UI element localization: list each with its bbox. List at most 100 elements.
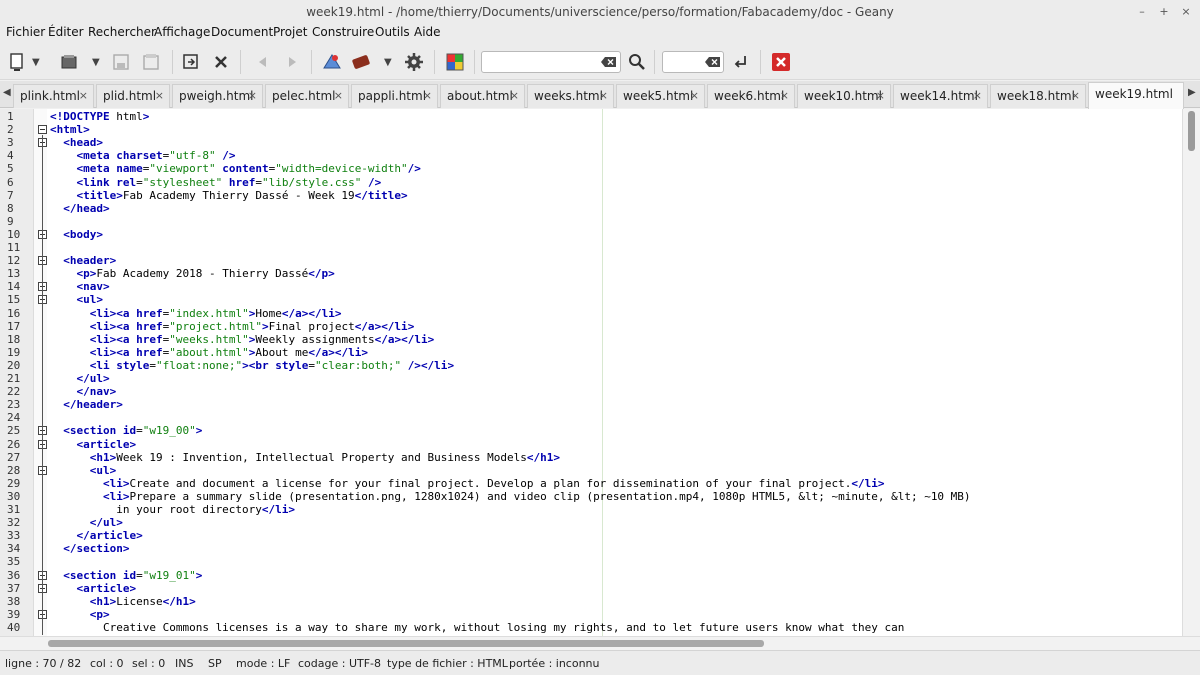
tab-label: week18.html	[997, 89, 1075, 103]
window-title: week19.html - /home/thierry/Documents/un…	[306, 5, 894, 19]
build-dropdown-icon[interactable]: ▼	[384, 57, 392, 68]
tab-close-icon[interactable]: ×	[876, 89, 885, 102]
new-file-icon[interactable]	[6, 51, 28, 73]
tab-close-icon[interactable]: ×	[79, 89, 88, 102]
line-number: 2	[7, 123, 14, 137]
menu-rechercher[interactable]: Rechercher	[88, 25, 156, 39]
minimize-button[interactable]: –	[1133, 3, 1151, 21]
line-number: 40	[7, 620, 21, 634]
fold-toggle-icon[interactable]	[38, 125, 47, 135]
line-number: 31	[7, 503, 21, 516]
tab-close-icon[interactable]: ×	[780, 89, 789, 102]
line-number: 24	[7, 411, 21, 425]
tab-label: week6.html	[714, 89, 785, 103]
build-icon[interactable]	[350, 51, 372, 73]
clear-search-icon[interactable]	[601, 56, 617, 68]
clear-goto-icon[interactable]	[705, 56, 721, 68]
menu-affichage[interactable]: Affichage	[154, 25, 210, 39]
tab-close-icon[interactable]: ×	[599, 89, 608, 102]
close-file-icon[interactable]	[210, 51, 232, 73]
open-recent-dropdown-icon[interactable]: ▼	[92, 57, 100, 68]
tab-week14-html[interactable]: week14.html ×	[893, 84, 988, 108]
line-number: 34	[7, 542, 21, 556]
search-icon[interactable]	[626, 51, 648, 73]
tab-week5-html[interactable]: week5.html ×	[616, 84, 705, 108]
back-icon[interactable]	[252, 51, 274, 73]
tab-pweigh-html[interactable]: pweigh.html ×	[172, 84, 263, 108]
menu-fichier[interactable]: Fichier	[6, 25, 45, 39]
status-filetype: type de fichier : HTML	[387, 657, 508, 670]
horizontal-scrollbar-thumb[interactable]	[48, 640, 764, 647]
tab-about-html[interactable]: about.html ×	[440, 84, 525, 108]
menu-document[interactable]: Document	[211, 25, 273, 39]
line-number: 10	[7, 227, 21, 241]
tab-close-icon[interactable]: ×	[690, 89, 699, 102]
quit-icon[interactable]	[770, 51, 792, 73]
maximize-button[interactable]: +	[1155, 3, 1173, 21]
tab-label: week5.html	[623, 89, 694, 103]
tab-weeks-html[interactable]: weeks.html ×	[527, 84, 614, 108]
close-window-button[interactable]: ×	[1177, 3, 1195, 21]
tab-week10-html[interactable]: week10.html ×	[797, 84, 891, 108]
menu-editer[interactable]: Éditer	[48, 25, 84, 39]
tab-plink-html[interactable]: plink.html ×	[13, 84, 94, 108]
search-input[interactable]	[481, 51, 621, 73]
save-icon[interactable]	[110, 51, 132, 73]
tab-close-icon[interactable]: ×	[973, 89, 982, 102]
tab-pappli-html[interactable]: pappli.html ×	[351, 84, 438, 108]
tab-label: week14.html	[900, 89, 978, 103]
goto-line-icon[interactable]	[730, 51, 752, 73]
menu-outils[interactable]: Outils	[375, 25, 410, 39]
tab-close-icon[interactable]: ×	[1071, 89, 1080, 102]
color-chooser-icon[interactable]	[444, 51, 466, 73]
line-number: 29	[7, 476, 21, 490]
tab-close-icon[interactable]: ×	[510, 89, 519, 102]
status-sp: SP	[208, 657, 222, 670]
code-area[interactable]: <!DOCTYPE html> <html> <head> <meta chars…	[47, 109, 1182, 636]
code-line: <li><a href="project.html">Final project…	[89, 319, 415, 333]
tab-plid-html[interactable]: plid.html ×	[96, 84, 170, 108]
tab-close-icon[interactable]: ×	[423, 89, 432, 102]
line-number: 9	[7, 214, 14, 228]
code-editor[interactable]: 1 2 3 4 5 6 7 8 9 10 11 12 13 14 15 16 17 18 19 20 21 22 23 24 2…	[0, 109, 1200, 636]
tab-week19-html[interactable]: week19.html	[1088, 82, 1184, 109]
line-number: 18	[7, 332, 21, 346]
tab-close-icon[interactable]: ×	[334, 89, 343, 102]
tabs-scroll-right-icon[interactable]: ▶	[1188, 87, 1196, 98]
new-file-dropdown-icon[interactable]: ▼	[32, 57, 40, 68]
code-line: <meta charset="utf-8" />	[76, 149, 236, 163]
code-line: <li><a href="weeks.html">Weekly assignme…	[89, 332, 435, 346]
toolbar-separator	[434, 50, 435, 74]
horizontal-scrollbar[interactable]	[0, 636, 1200, 650]
line-number: 28	[7, 463, 21, 477]
code-line: <ul>	[89, 463, 117, 477]
compile-icon[interactable]	[321, 51, 343, 73]
save-all-icon[interactable]	[140, 51, 162, 73]
code-line: <meta name="viewport" content="width=dev…	[76, 162, 421, 176]
tabs-scroll-left-icon[interactable]: ◀	[3, 87, 11, 98]
tab-label: plink.html	[20, 89, 80, 103]
code-line: <li><a href="index.html">Home</a></li>	[89, 306, 342, 320]
menu-aide[interactable]: Aide	[414, 25, 441, 39]
menu-construire[interactable]: Construire	[312, 25, 374, 39]
line-number: 15	[7, 293, 21, 307]
vertical-scrollbar[interactable]	[1182, 109, 1200, 636]
code-line: <li>Create and document a license for yo…	[102, 476, 885, 490]
tab-close-icon[interactable]: ×	[248, 89, 257, 102]
tab-close-icon[interactable]: ×	[155, 89, 164, 102]
forward-icon[interactable]	[281, 51, 303, 73]
tab-week18-html[interactable]: week18.html ×	[990, 84, 1086, 108]
code-line: </header>	[63, 398, 123, 412]
tab-pelec-html[interactable]: pelec.html ×	[265, 84, 349, 108]
code-line: <title>Fab Academy Thierry Dassé - Week …	[76, 188, 408, 202]
title-bar: week19.html - /home/thierry/Documents/un…	[0, 0, 1200, 24]
status-col: col : 0	[90, 657, 124, 670]
revert-icon[interactable]	[180, 51, 202, 73]
preferences-icon[interactable]	[403, 51, 425, 73]
fold-margin[interactable]	[34, 109, 47, 636]
menu-projet[interactable]: Projet	[273, 25, 307, 39]
tab-week6-html[interactable]: week6.html ×	[707, 84, 795, 108]
line-number: 20	[7, 358, 21, 372]
open-file-icon[interactable]	[58, 51, 80, 73]
vertical-scrollbar-thumb[interactable]	[1188, 111, 1195, 151]
